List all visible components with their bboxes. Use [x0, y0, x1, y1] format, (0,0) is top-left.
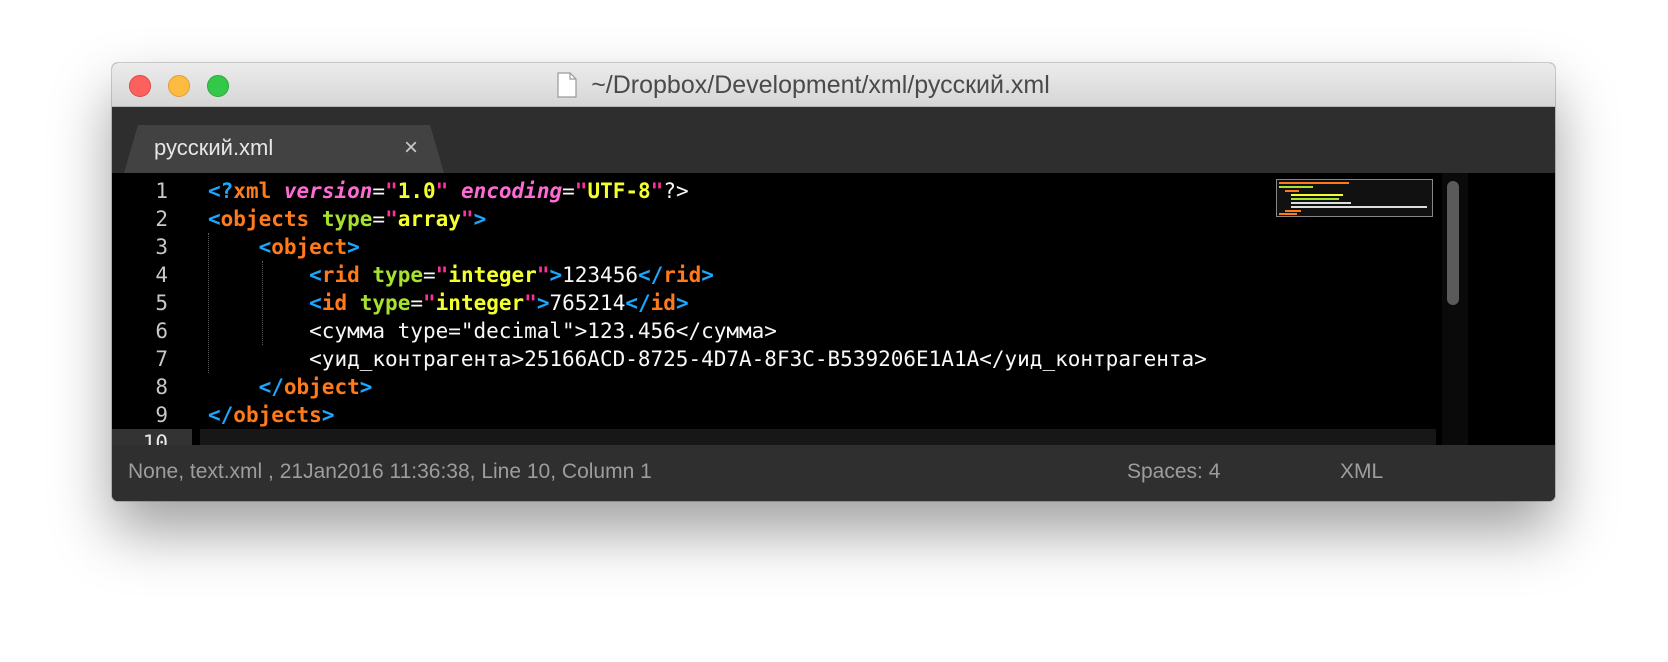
line-number: 9 — [155, 403, 168, 427]
document-icon — [557, 72, 577, 98]
line-number: 1 — [155, 179, 168, 203]
line-number: 8 — [155, 375, 168, 399]
code-line[interactable]: <object> — [208, 233, 1436, 261]
window-title: ~/Dropbox/Development/xml/русский.xml — [591, 70, 1050, 99]
indentation-selector[interactable]: Spaces: 4 — [1127, 460, 1220, 484]
title-bar[interactable]: ~/Dropbox/Development/xml/русский.xml — [112, 63, 1555, 107]
scrollbar-thumb[interactable] — [1447, 181, 1459, 305]
tab-label: русский.xml — [154, 135, 274, 160]
editor-window: ~/Dropbox/Development/xml/русский.xml ру… — [112, 63, 1555, 501]
syntax-selector[interactable]: XML — [1340, 460, 1383, 484]
code-line[interactable]: <id type="integer">765214</id> — [208, 289, 1436, 317]
code-lines[interactable]: <?xml version="1.0" encoding="UTF-8"?> <o… — [200, 177, 1436, 457]
code-line[interactable]: <уид_контрагента>25166ACD-8725-4D7A-8F3C… — [208, 345, 1436, 373]
code-line[interactable]: <objects type="array"> — [208, 205, 1436, 233]
vertical-scrollbar[interactable] — [1442, 173, 1468, 445]
line-number: 5 — [155, 291, 168, 315]
status-file-info: None, text.xml , 21Jan2016 11:36:38, Lin… — [128, 460, 652, 483]
line-number: 4 — [155, 263, 168, 287]
line-number-gutter: 1 2 3 4 5 6 7 8 9 10 — [112, 177, 192, 457]
line-number: 2 — [155, 207, 168, 231]
tab-bar: русский.xml × — [112, 107, 1555, 173]
line-number: 6 — [155, 319, 168, 343]
tab-russian-xml[interactable]: русский.xml × — [124, 125, 444, 173]
code-line[interactable]: <rid type="integer">123456</rid> — [208, 261, 1436, 289]
code-editor[interactable]: 1 2 3 4 5 6 7 8 9 10 <?xml version="1.0"… — [112, 173, 1555, 457]
code-line[interactable]: <сумма type="decimal">123.456</сумма> — [208, 317, 1436, 345]
code-line[interactable]: <?xml version="1.0" encoding="UTF-8"?> — [208, 177, 1436, 205]
tab-close-icon[interactable]: × — [404, 134, 418, 162]
line-number: 3 — [155, 235, 168, 259]
line-number: 7 — [155, 347, 168, 371]
status-bar: None, text.xml , 21Jan2016 11:36:38, Lin… — [112, 445, 1555, 501]
code-line[interactable]: </objects> — [208, 401, 1436, 429]
window-title-group: ~/Dropbox/Development/xml/русский.xml — [112, 63, 1555, 107]
minimap[interactable] — [1276, 179, 1433, 217]
code-line[interactable]: </object> — [208, 373, 1436, 401]
